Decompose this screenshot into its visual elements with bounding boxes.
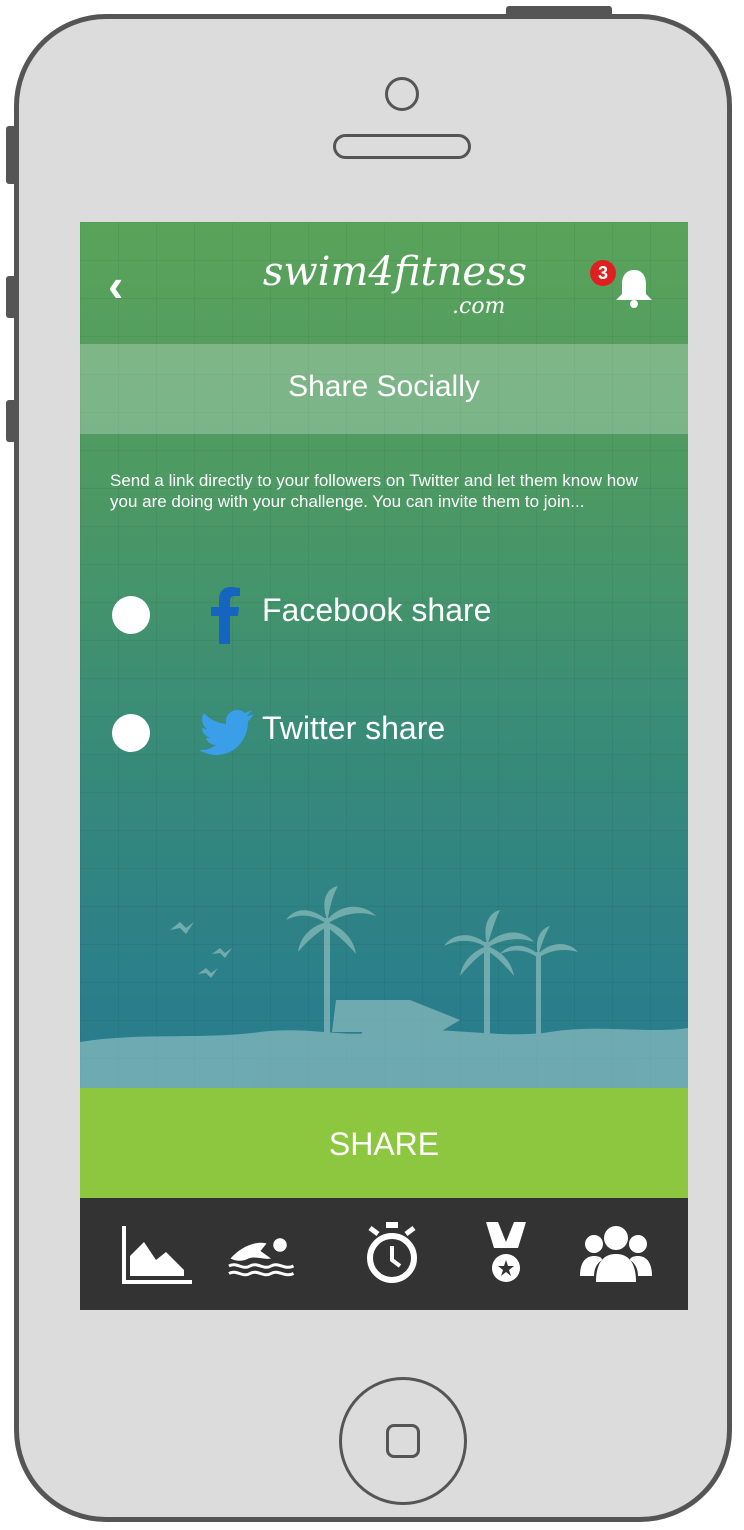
facebook-radio[interactable] <box>112 596 150 634</box>
share-button-label: SHARE <box>328 1126 440 1162</box>
home-button[interactable] <box>339 1377 467 1505</box>
app-header: ‹ swim4fitness .com 3 <box>80 222 688 344</box>
facebook-icon <box>211 587 240 644</box>
notification-bell-icon[interactable] <box>610 264 658 312</box>
twitter-share-label: Twitter share <box>262 710 446 746</box>
page-title: Share Socially <box>288 370 480 403</box>
twitter-share-option[interactable]: Twitter share <box>110 700 650 760</box>
app-logo: swim4fitness <box>262 249 528 295</box>
app-logo-suffix: .com <box>452 294 506 319</box>
stats-chart-icon[interactable] <box>122 1222 194 1286</box>
tropical-scenery-illustration <box>80 886 688 1088</box>
title-bar: Share Socially <box>80 344 688 434</box>
twitter-radio[interactable] <box>112 714 150 752</box>
swimmer-icon[interactable] <box>226 1222 298 1286</box>
back-chevron-icon[interactable]: ‹ <box>108 262 148 308</box>
earpiece-speaker <box>333 134 471 159</box>
group-icon[interactable] <box>580 1222 652 1286</box>
stopwatch-icon[interactable] <box>356 1222 428 1286</box>
twitter-icon <box>199 710 254 755</box>
notification-badge: 3 <box>590 260 616 286</box>
share-button[interactable]: SHARE <box>80 1088 688 1198</box>
share-description: Send a link directly to your followers o… <box>110 471 638 511</box>
front-camera <box>385 77 419 111</box>
app-screen: ‹ swim4fitness .com 3 Share Socially Sen… <box>80 222 688 1310</box>
facebook-share-label: Facebook share <box>262 592 492 628</box>
home-square-icon <box>386 1424 420 1458</box>
facebook-share-option[interactable]: Facebook share <box>110 582 650 644</box>
bottom-tab-bar <box>80 1198 688 1310</box>
medal-icon[interactable] <box>470 1222 542 1286</box>
